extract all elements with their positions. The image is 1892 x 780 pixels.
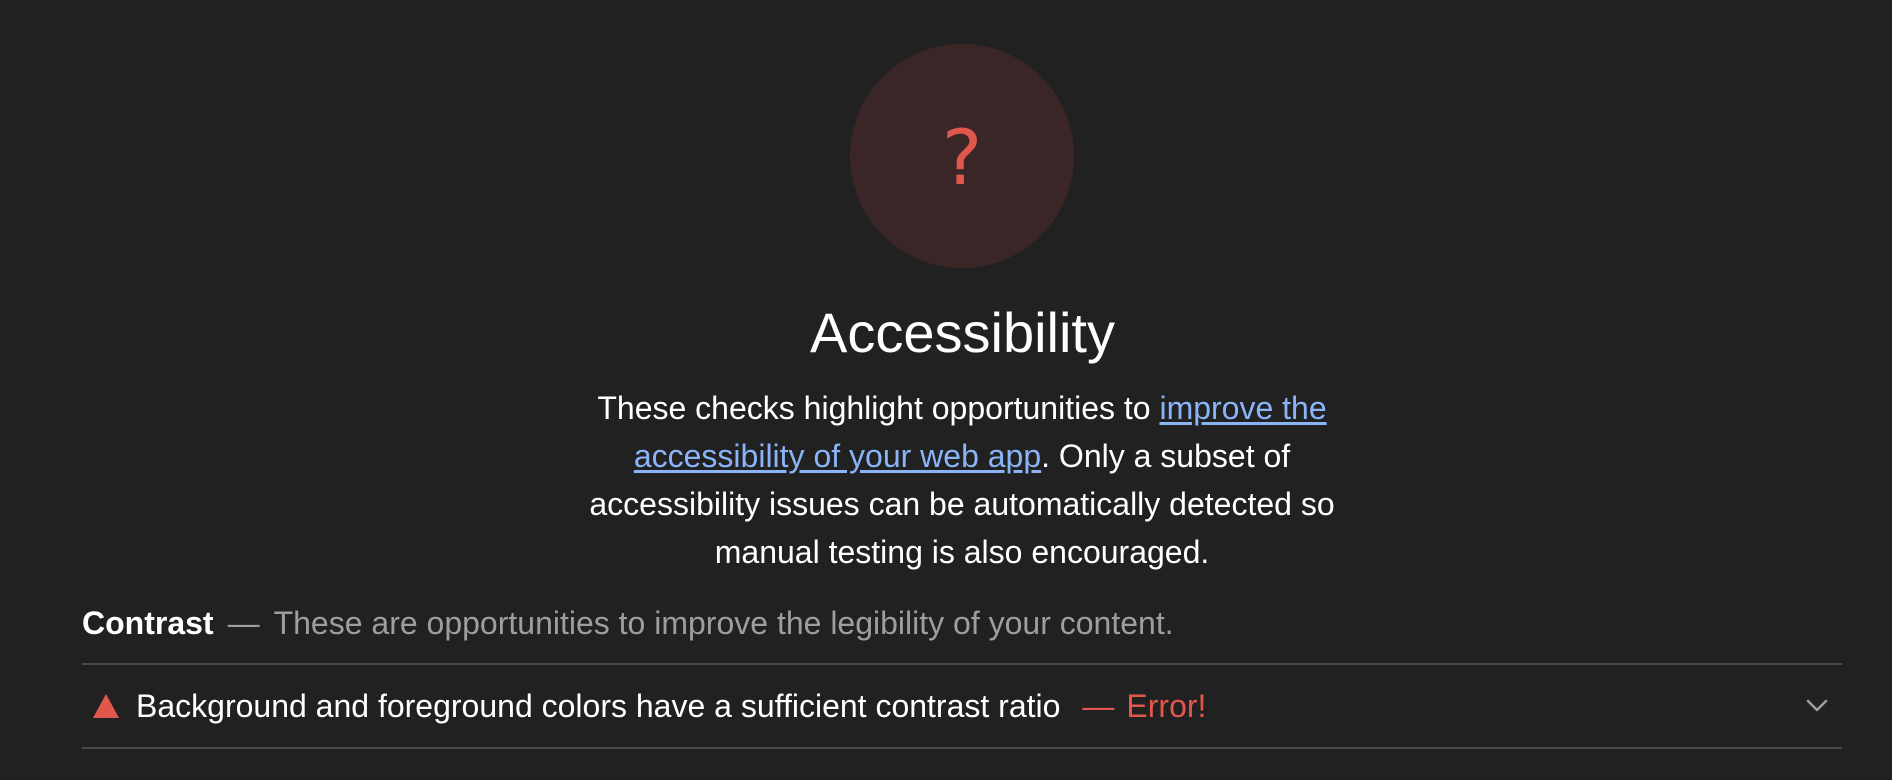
chevron-down-icon[interactable] (1802, 691, 1832, 721)
group-separator: — (227, 604, 260, 641)
category-title: Accessibility (810, 301, 1115, 364)
category-description: These checks highlight opportunities to … (576, 384, 1348, 576)
audit-row-color-contrast[interactable]: Background and foreground colors have a … (82, 665, 1842, 747)
audit-separator: — (1082, 687, 1115, 724)
group-title: Contrast (82, 604, 214, 641)
score-value: ? (941, 113, 983, 202)
description-prefix: These checks highlight opportunities to (597, 390, 1160, 426)
divider (82, 747, 1842, 749)
audit-error-text: Error! (1126, 687, 1207, 724)
score-gauge: ? (850, 44, 1074, 268)
fail-triangle-icon (86, 686, 126, 726)
audit-title: Background and foreground colors have a … (136, 687, 1061, 724)
lighthouse-report: ? Accessibility These checks highlight o… (0, 0, 1892, 780)
group-description: These are opportunities to improve the l… (273, 604, 1174, 641)
audit-group-header: Contrast — These are opportunities to im… (82, 600, 1174, 646)
